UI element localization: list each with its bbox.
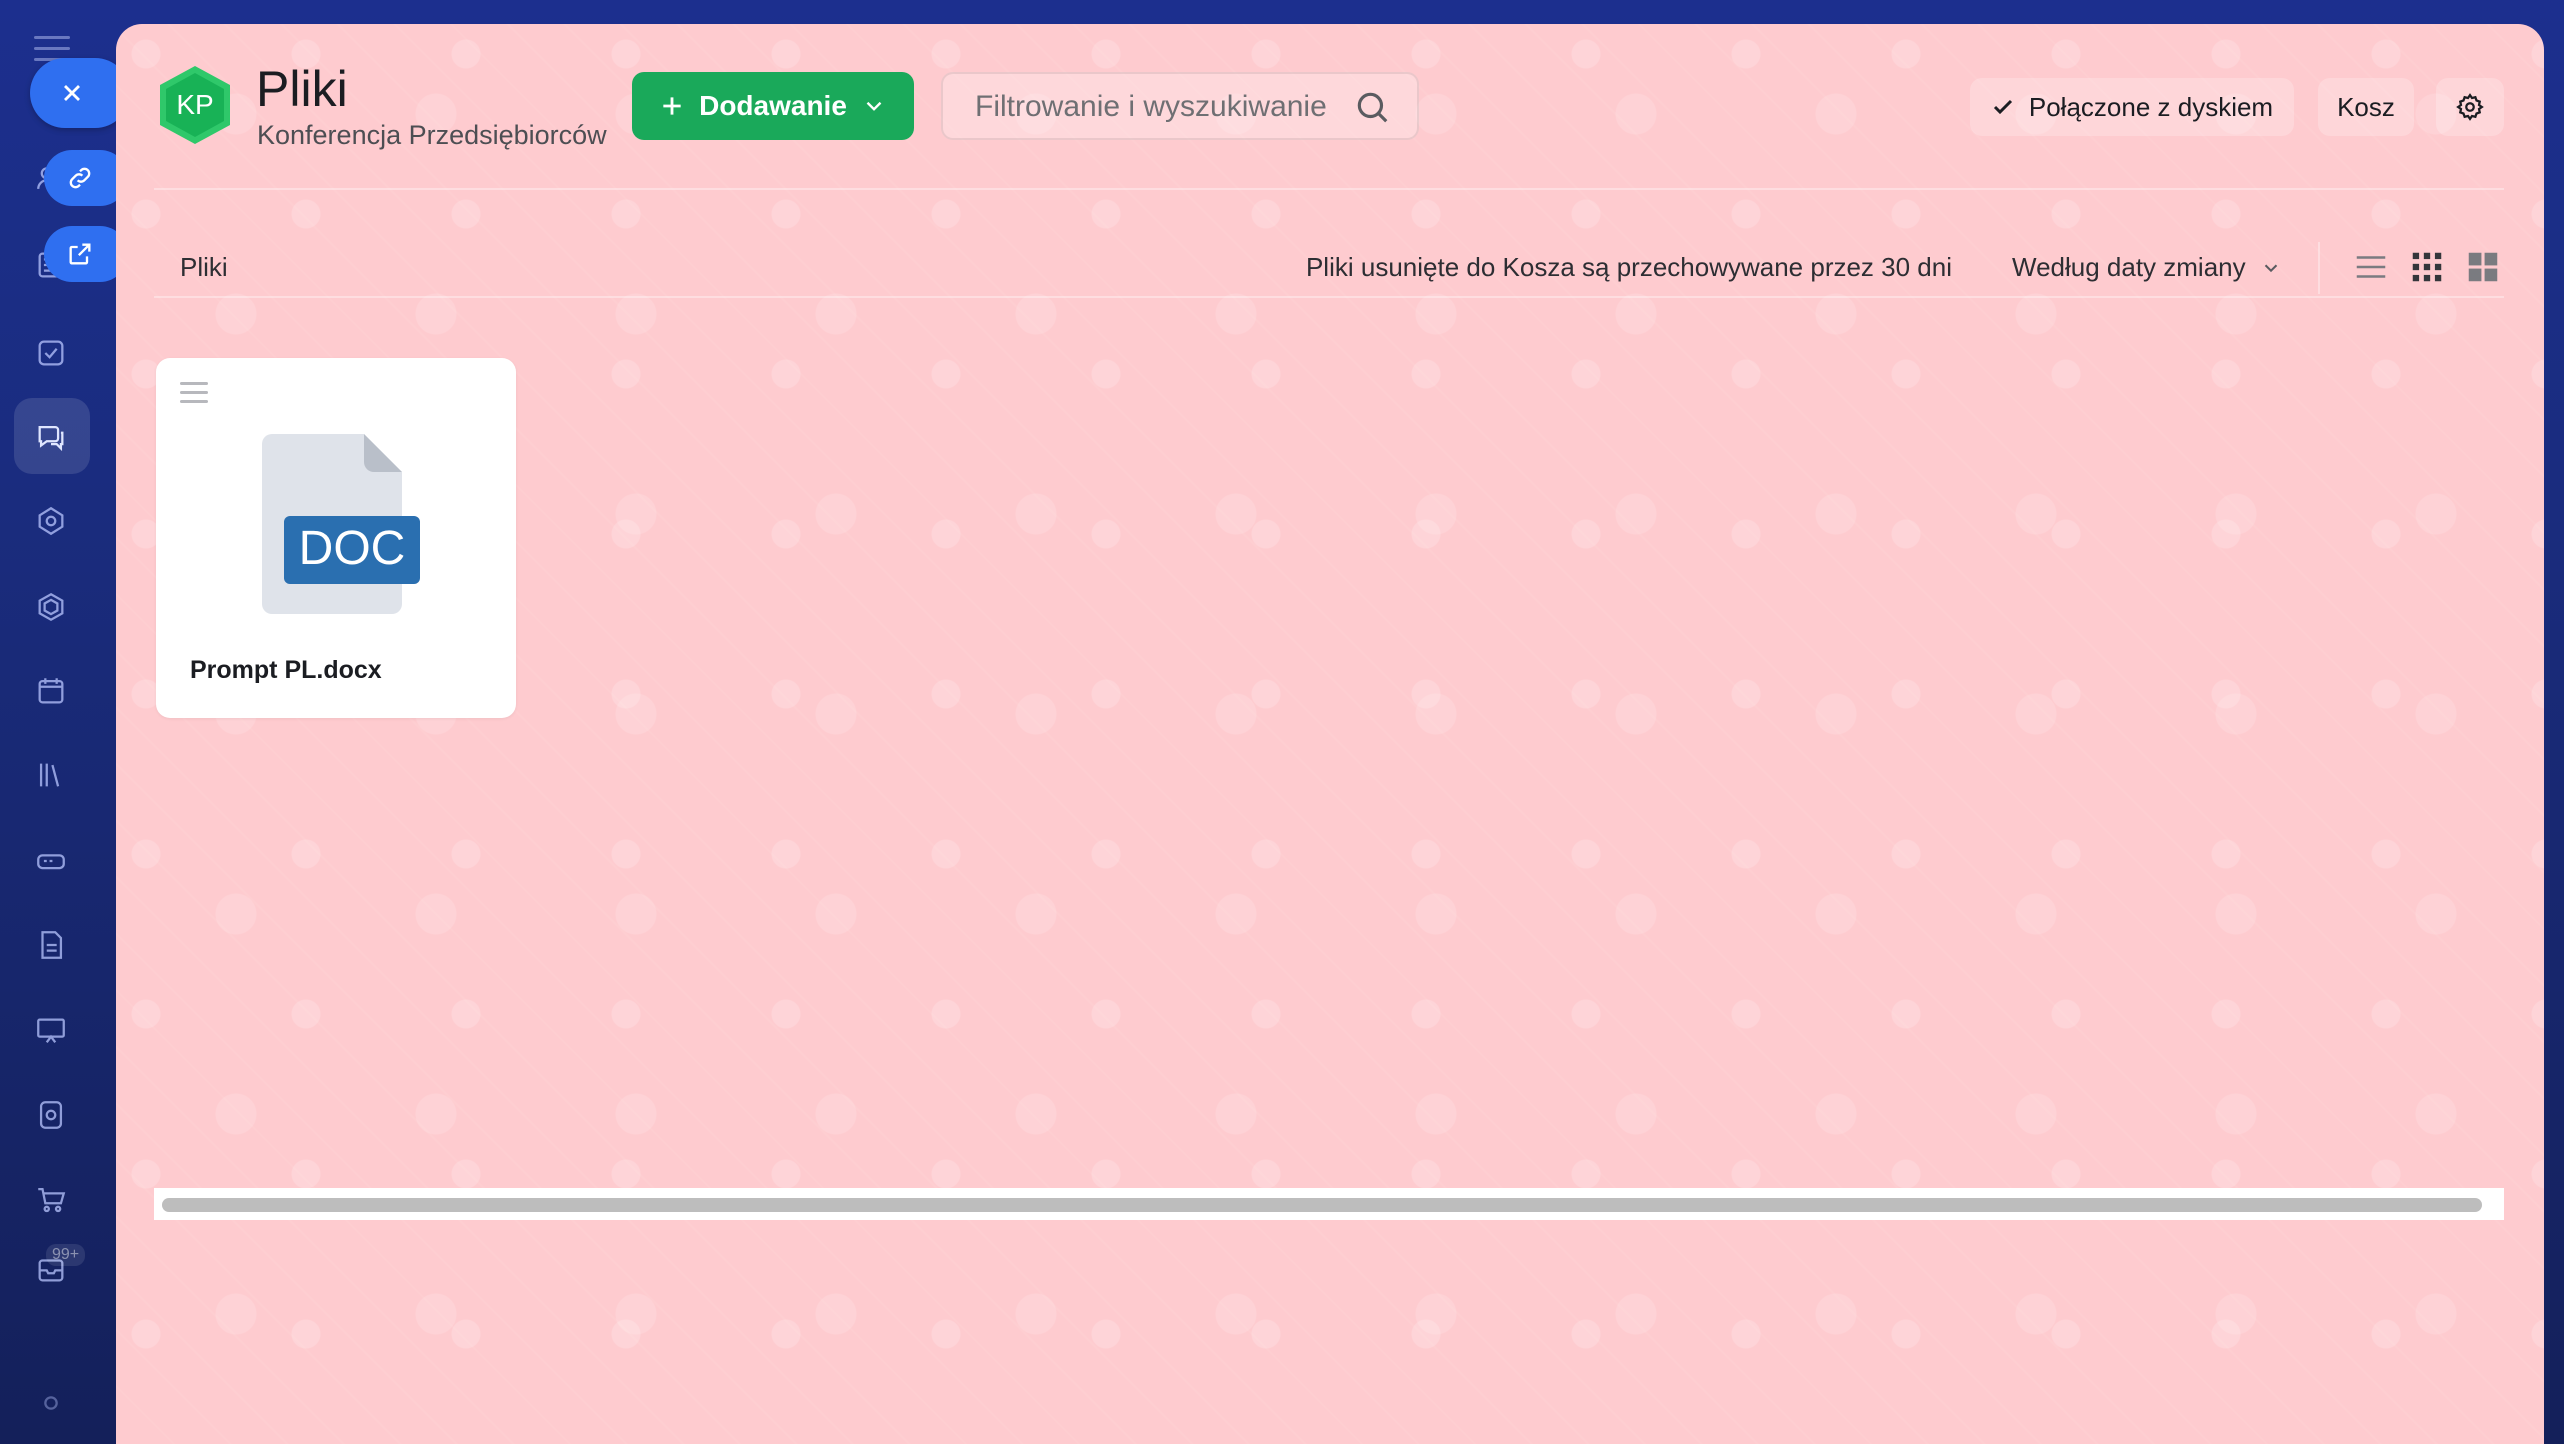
hexagon-icon[interactable] bbox=[32, 588, 70, 626]
add-button-label: Dodawanie bbox=[699, 90, 847, 121]
checkmark-icon bbox=[1993, 99, 2012, 115]
calendar-icon[interactable] bbox=[32, 672, 70, 710]
chat-icon[interactable] bbox=[32, 418, 70, 456]
breadcrumb[interactable]: Pliki bbox=[180, 252, 228, 283]
view-divider bbox=[2318, 242, 2320, 294]
close-icon bbox=[64, 85, 80, 101]
plus-icon bbox=[663, 97, 681, 115]
library-icon[interactable] bbox=[32, 756, 70, 794]
trash-button[interactable]: Kosz bbox=[2318, 78, 2414, 136]
files-panel: KP Pliki Konferencja Przedsiębiorców Dod… bbox=[116, 24, 2544, 1444]
gear-icon bbox=[2456, 93, 2484, 121]
settings-small-icon[interactable] bbox=[32, 1384, 70, 1422]
file-tile[interactable]: DOC Prompt PL.docx bbox=[156, 358, 516, 718]
workgroup-logo: KP bbox=[160, 66, 230, 144]
disk-connected-button[interactable]: Połączone z dyskiem bbox=[1970, 78, 2294, 136]
workgroup-name[interactable]: Konferencja Przedsiębiorców bbox=[257, 120, 607, 151]
page-title: Pliki bbox=[256, 61, 348, 117]
file-menu-icon[interactable] bbox=[180, 382, 208, 404]
grid-view-icon[interactable] bbox=[2408, 248, 2446, 286]
crm-icon[interactable] bbox=[32, 502, 70, 540]
sort-dropdown[interactable]: Według daty zmiany bbox=[2012, 252, 2282, 283]
files-toolbar: Pliki Pliki usunięte do Kosza są przecho… bbox=[116, 214, 2544, 324]
cart-icon[interactable] bbox=[32, 1180, 70, 1218]
sort-label: Według daty zmiany bbox=[2012, 252, 2246, 282]
header-divider bbox=[154, 188, 2504, 190]
search-icon[interactable] bbox=[1353, 88, 1391, 126]
external-link-icon bbox=[69, 243, 91, 265]
search-box bbox=[941, 72, 1419, 140]
large-tiles-view-icon[interactable] bbox=[2464, 248, 2502, 286]
disk-connected-label: Połączone z dyskiem bbox=[2028, 91, 2274, 122]
toolbar-divider bbox=[154, 296, 2504, 298]
panel-header: KP Pliki Konferencja Przedsiębiorców Dod… bbox=[116, 24, 2544, 184]
tasks-icon[interactable] bbox=[32, 334, 70, 372]
document-icon[interactable] bbox=[32, 926, 70, 964]
file-name[interactable]: Prompt PL.docx bbox=[190, 656, 382, 685]
presentation-icon[interactable] bbox=[32, 1012, 70, 1050]
add-button[interactable]: Dodawanie bbox=[632, 72, 914, 140]
doc-type-label: DOC bbox=[299, 522, 406, 575]
drive-icon[interactable] bbox=[32, 842, 70, 880]
scrollbar-thumb[interactable] bbox=[162, 1198, 2482, 1212]
automation-icon[interactable] bbox=[32, 1096, 70, 1134]
search-input[interactable] bbox=[973, 74, 1337, 140]
app-sidebar: 99+ bbox=[0, 0, 130, 1444]
chevron-down-icon bbox=[2264, 264, 2277, 272]
retention-note: Pliki usunięte do Kosza są przechowywane… bbox=[1305, 252, 1952, 282]
chevron-down-icon bbox=[866, 101, 882, 111]
doc-file-icon: DOC bbox=[262, 434, 420, 614]
horizontal-scrollbar[interactable] bbox=[154, 1188, 2504, 1220]
notification-badge: 99+ bbox=[46, 1244, 86, 1266]
logo-initials: KP bbox=[176, 89, 213, 120]
settings-button[interactable] bbox=[2436, 78, 2504, 136]
link-icon bbox=[69, 167, 91, 189]
list-view-icon[interactable] bbox=[2352, 248, 2390, 286]
close-slider-button[interactable] bbox=[30, 58, 130, 128]
